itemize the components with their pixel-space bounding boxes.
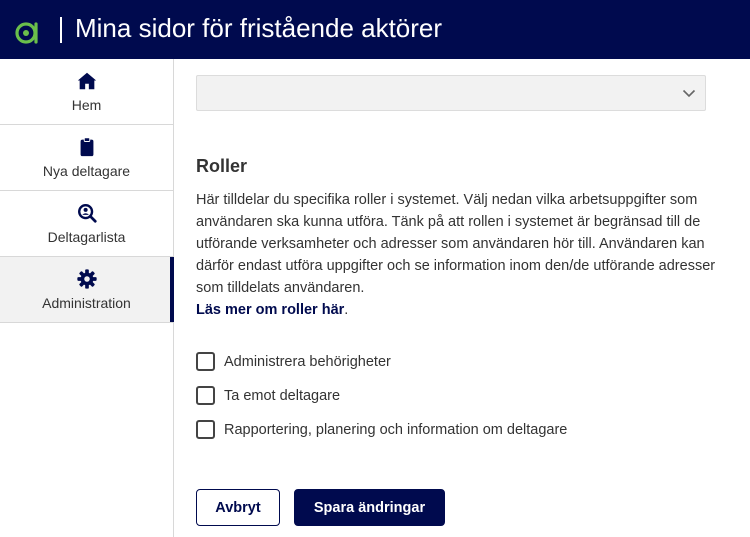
unit-select[interactable] [196,75,706,111]
gear-icon [76,269,97,289]
roles-description: Här tilldelar du specifika roller i syst… [196,189,716,321]
home-icon [77,72,96,90]
sidebar-item-label: Deltagarlista [47,229,126,245]
sidebar-item-label: Hem [71,97,102,113]
checkbox-label: Rapportering, planering och information … [224,421,568,438]
checkbox[interactable] [196,420,215,439]
app-header: Mina sidor för fristående aktörer [0,0,750,59]
sidebar-item-nya-deltagare[interactable]: Nya deltagare [0,125,173,191]
sidebar-item-hem[interactable]: Hem [0,59,173,125]
sidebar-item-label: Nya deltagare [42,163,131,179]
sidebar-item-deltagarlista[interactable]: Deltagarlista [0,191,173,257]
cancel-button[interactable]: Avbryt [196,489,280,526]
roles-title: Roller [196,156,248,176]
checkbox[interactable] [196,386,215,405]
read-more-link[interactable]: Läs mer om roller här [196,302,344,318]
sidebar-item-label: Administration [42,295,131,311]
role-option-rapportering[interactable]: Rapportering, planering och information … [196,420,567,439]
roles-description-text: Här tilldelar du specifika roller i syst… [196,192,716,296]
read-more-suffix: . [344,302,349,318]
chevron-down-icon [682,89,696,98]
role-option-ta-emot-deltagare[interactable]: Ta emot deltagare [196,386,340,405]
checkbox[interactable] [196,352,215,371]
role-option-administrera-behorigheter[interactable]: Administrera behörigheter [196,352,391,371]
app-title: Mina sidor för fristående aktörer [75,13,443,43]
logo-icon [15,22,38,44]
sidebar: Hem Nya deltagare Deltagarlista Administ… [0,59,174,537]
search-person-icon [77,204,97,223]
checkbox-label: Administrera behörigheter [224,353,391,370]
checkbox-label: Ta emot deltagare [224,387,341,404]
clipboard-icon [80,137,93,157]
sidebar-item-administration[interactable]: Administration [0,257,174,323]
header-divider [60,17,62,43]
save-button[interactable]: Spara ändringar [294,489,445,526]
